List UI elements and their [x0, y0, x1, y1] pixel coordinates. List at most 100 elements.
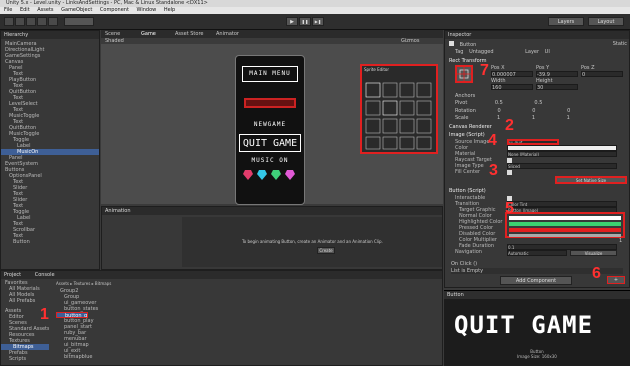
pos-x-field[interactable]: 0.000007: [491, 71, 533, 78]
pivot-label: Pivot: [455, 100, 468, 106]
hierarchy-panel: Hierarchy MainCamera DirectionalLight Ga…: [0, 30, 100, 270]
highlighted-color-swatch[interactable]: [509, 222, 621, 226]
tab-console[interactable]: Console: [35, 272, 55, 278]
rotation-x-field[interactable]: 0: [498, 108, 501, 114]
menu-component[interactable]: Component: [100, 7, 129, 13]
scale-tool-icon[interactable]: [37, 17, 47, 26]
button-script-header[interactable]: Button (Script): [449, 188, 486, 194]
navigation-dropdown[interactable]: Automatic: [507, 250, 567, 256]
tab-game[interactable]: Game: [141, 31, 156, 37]
step-button[interactable]: ▶❚: [312, 17, 324, 26]
play-button[interactable]: ▶: [286, 17, 298, 26]
pos-y-field[interactable]: -39.9: [536, 71, 578, 78]
menu-gameobject[interactable]: GameObject: [61, 7, 92, 13]
rotation-y-field[interactable]: 0: [532, 108, 535, 114]
pivot-x-field[interactable]: 0.5: [495, 100, 503, 106]
annotation-6: 6: [592, 265, 601, 282]
sprite-editor-window: Sprite Editor: [360, 64, 438, 154]
main-toolbar: ▶ ❚❚ ▶❚ Layers Layout: [0, 14, 630, 30]
menu-edit[interactable]: Edit: [20, 7, 30, 13]
hierarchy-tab[interactable]: Hierarchy: [1, 31, 99, 39]
static-checkbox-label[interactable]: Static: [613, 41, 627, 47]
menu-assets[interactable]: Assets: [37, 7, 53, 13]
tag-dropdown[interactable]: Untagged: [469, 49, 493, 55]
tab-scene[interactable]: Scene: [105, 31, 120, 37]
menu-file[interactable]: File: [4, 7, 12, 13]
tab-animator[interactable]: Animator: [216, 31, 239, 37]
preview-quit-game-text: QUIT GAME: [454, 311, 594, 339]
pressed-color-swatch[interactable]: [509, 228, 621, 232]
normal-color-swatch[interactable]: [509, 216, 621, 220]
object-name-field[interactable]: Button: [460, 42, 477, 48]
menu-window[interactable]: Window: [137, 7, 157, 13]
scene-view[interactable]: MAIN MENU NEWGAME QUIT GAME MUSIC ON Spr…: [101, 44, 443, 205]
visualize-button[interactable]: Visualize: [570, 250, 617, 256]
disabled-color-swatch[interactable]: [509, 234, 621, 237]
color-multiplier-field[interactable]: 1: [619, 238, 622, 244]
preview-caption-size: Image Size: 160x30: [517, 354, 557, 359]
anchors-foldout[interactable]: Anchors: [455, 93, 475, 99]
project-file-list: Group2 Group ui_gameover button_states b…: [56, 288, 176, 360]
inspector-tab[interactable]: Inspector: [445, 31, 629, 39]
pivot-row: Pivot 0.5 0.5: [455, 100, 542, 106]
scale-x-field[interactable]: 1: [497, 115, 500, 121]
file-item[interactable]: button_states: [56, 306, 176, 312]
add-component-button[interactable]: Add Component: [500, 276, 572, 285]
breadcrumb-item[interactable]: Bitmaps: [95, 281, 111, 286]
pause-button[interactable]: ❚❚: [299, 17, 311, 26]
set-native-size-button[interactable]: Set Native Size: [555, 176, 627, 184]
material-field[interactable]: None (Material): [507, 151, 617, 157]
layers-dropdown[interactable]: Layers: [548, 17, 584, 26]
annotation-1: 1: [40, 306, 49, 323]
image-type-dropdown[interactable]: Sliced: [507, 163, 617, 169]
layout-dropdown[interactable]: Layout: [588, 17, 624, 26]
animation-create-button[interactable]: Create: [317, 247, 335, 254]
menu-bar: File Edit Assets GameObject Component Wi…: [0, 7, 630, 14]
anchor-presets-icon: [457, 67, 471, 81]
anchor-presets-button[interactable]: [455, 65, 473, 83]
annotation-3: 3: [489, 162, 498, 179]
preview-caption: Button Image Size: 160x30: [444, 349, 630, 359]
fill-center-checkbox[interactable]: [507, 170, 512, 175]
width-field[interactable]: 160: [491, 84, 533, 91]
new-game-button[interactable]: NEWGAME: [242, 121, 298, 128]
tag-layer-row: Tag Untagged Layer UI: [455, 49, 625, 55]
image-fields: Source Image Color Material Raycast Targ…: [455, 139, 627, 184]
project-panel: Project Console Favorites All Materials …: [0, 270, 443, 366]
animation-panel: Animation To begin animating Button, cre…: [101, 206, 443, 270]
sprite-slice-grid[interactable]: [362, 73, 436, 153]
file-item[interactable]: bitmapblue: [56, 354, 176, 360]
tab-asset-store[interactable]: Asset Store: [175, 31, 203, 37]
pivot-toggle[interactable]: [64, 17, 94, 26]
height-field[interactable]: 30: [536, 84, 578, 91]
window-title: Unity 5.x - Level.unity - LinksAndSettin…: [6, 0, 208, 6]
menu-help[interactable]: Help: [164, 7, 175, 13]
canvas-renderer-header[interactable]: Canvas Renderer: [449, 124, 492, 130]
animation-tab[interactable]: Animation: [102, 207, 442, 215]
music-toggle[interactable]: MUSIC ON: [242, 157, 298, 164]
window-title-bar: Unity 5.x - Level.unity - LinksAndSettin…: [0, 0, 630, 7]
rect-tool-icon[interactable]: [48, 17, 58, 26]
rotate-tool-icon[interactable]: [26, 17, 36, 26]
rotation-z-field[interactable]: 0: [567, 108, 570, 114]
breadcrumb-item[interactable]: Assets: [56, 281, 69, 286]
tree-item[interactable]: Scripts: [1, 356, 49, 362]
image-script-header[interactable]: Image (Script): [449, 132, 485, 138]
quit-game-button[interactable]: QUIT GAME: [239, 134, 301, 152]
breadcrumb-item[interactable]: Textures: [74, 281, 91, 286]
hierarchy-item[interactable]: Button: [1, 239, 99, 245]
gem-cyan-icon: [257, 170, 267, 180]
active-checkbox[interactable]: [449, 41, 454, 46]
layer-dropdown[interactable]: UI: [545, 49, 550, 55]
tab-project[interactable]: Project: [4, 272, 21, 278]
annotation-5: 5: [505, 200, 514, 217]
pos-z-field[interactable]: 0: [581, 71, 623, 78]
hand-tool-icon[interactable]: [4, 17, 14, 26]
add-onclick-button[interactable]: +: [607, 276, 625, 284]
favorites-item[interactable]: All Prefabs: [1, 298, 49, 304]
pivot-y-field[interactable]: 0.5: [534, 100, 542, 106]
color-swatches-box: [505, 212, 625, 238]
move-tool-icon[interactable]: [15, 17, 25, 26]
scale-y-field[interactable]: 1: [532, 115, 535, 121]
scale-z-field[interactable]: 1: [567, 115, 570, 121]
